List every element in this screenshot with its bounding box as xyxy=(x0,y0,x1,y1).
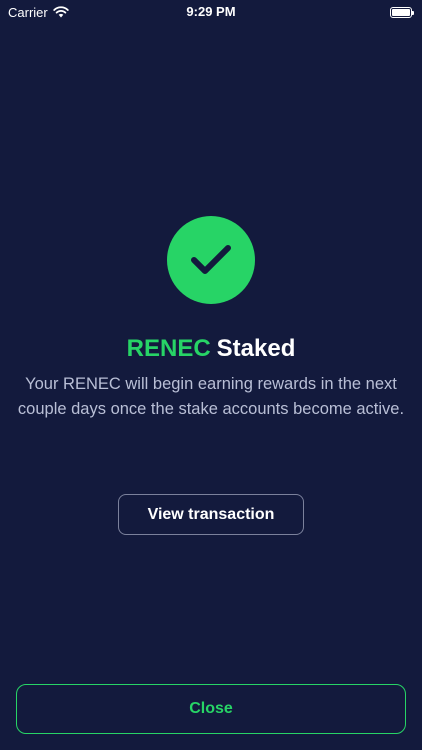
success-title: RENEC Staked xyxy=(0,334,422,364)
title-status: Staked xyxy=(216,335,296,362)
status-time: 9:29 PM xyxy=(186,4,236,19)
token-name: RENEC xyxy=(126,335,211,362)
checkmark-icon xyxy=(191,245,231,274)
success-badge xyxy=(167,216,255,304)
view-transaction-button[interactable]: View transaction xyxy=(118,494,304,535)
success-description: Your RENEC will begin earning rewards in… xyxy=(17,375,405,418)
close-button[interactable]: Close xyxy=(16,684,406,734)
